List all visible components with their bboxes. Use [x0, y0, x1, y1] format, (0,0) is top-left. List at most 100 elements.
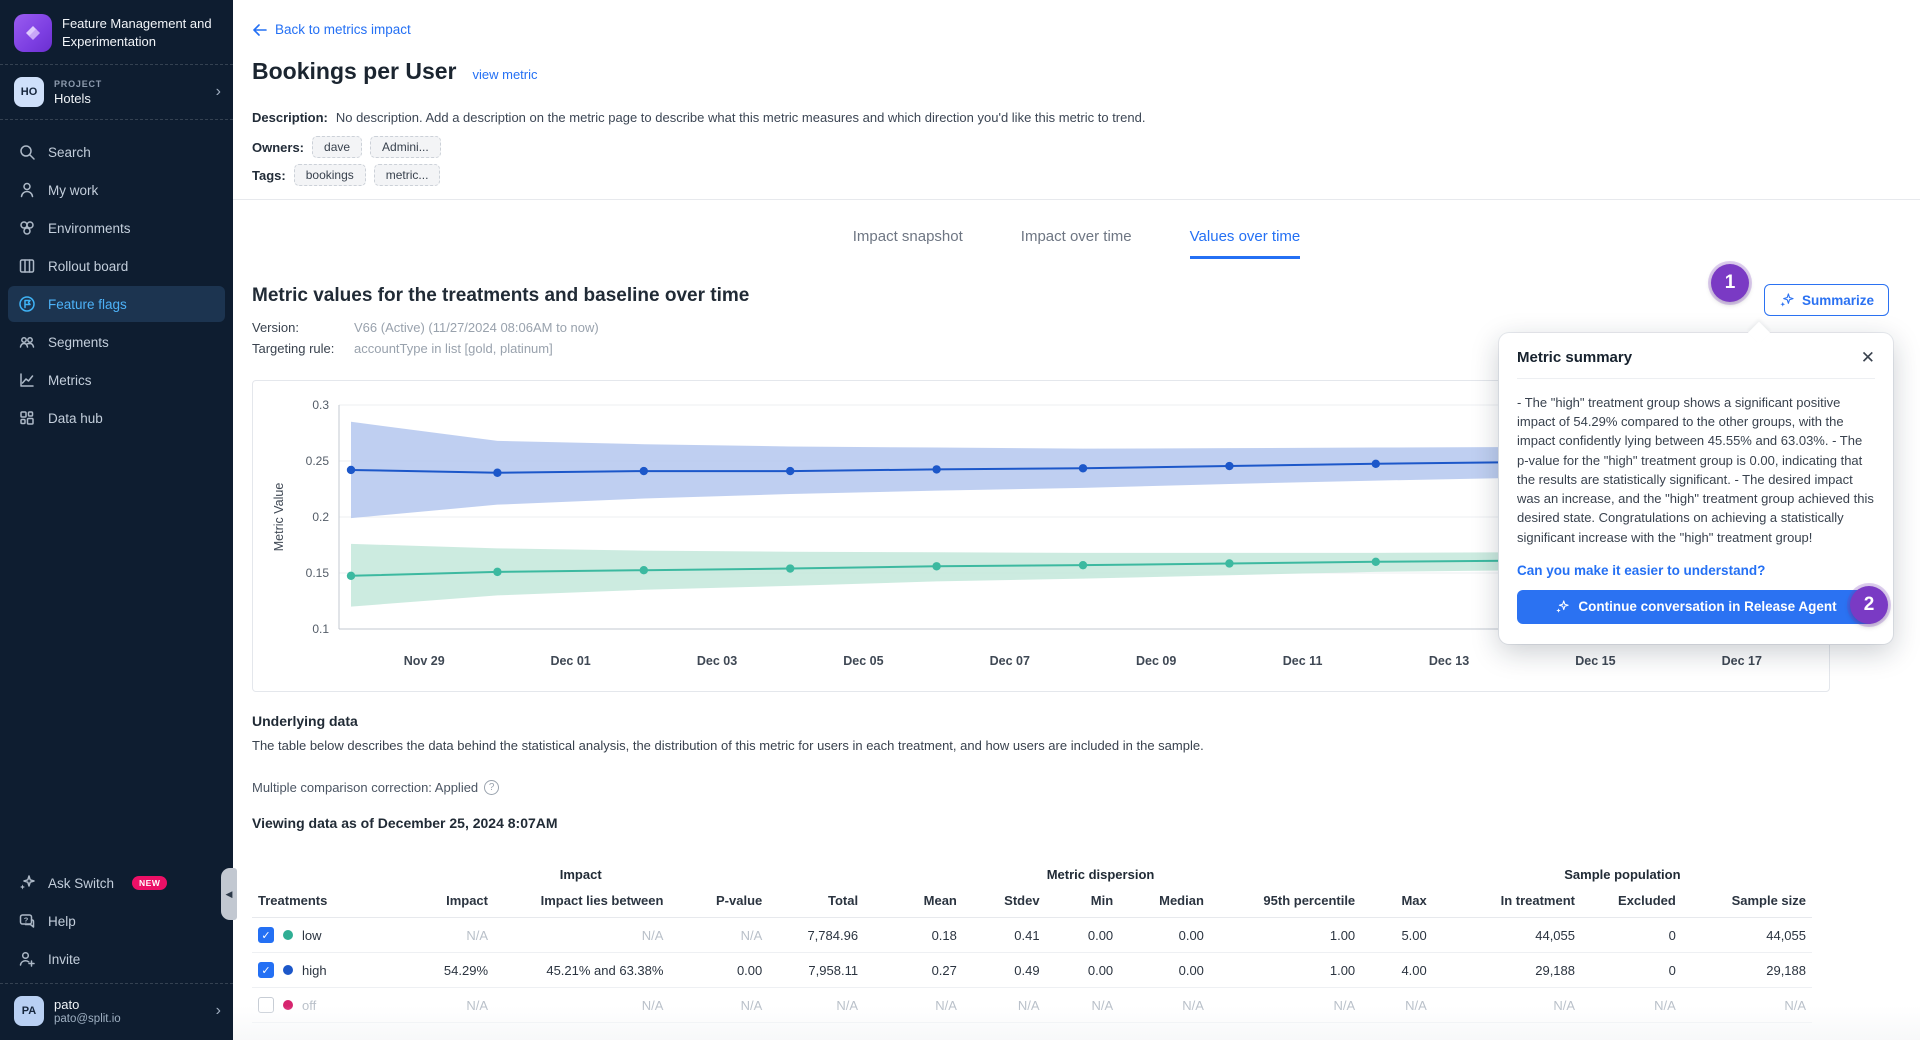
sidebar-item-my-work[interactable]: My work — [8, 172, 225, 208]
svg-text:0.2: 0.2 — [312, 510, 329, 524]
table-cell: 1.00 — [1210, 918, 1361, 953]
search-icon — [18, 143, 36, 161]
metric-summary-popup: Metric summary ✕ - The "high" treatment … — [1499, 333, 1893, 644]
owner-chip[interactable]: Admini... — [370, 136, 441, 158]
svg-text:Metric Value: Metric Value — [272, 483, 286, 552]
table-cell: N/A — [393, 918, 494, 953]
viewing-data-text: Viewing data as of December 25, 2024 8:0… — [252, 815, 558, 831]
sidebar-item-rollout-board[interactable]: Rollout board — [8, 248, 225, 284]
continue-conversation-label: Continue conversation in Release Agent — [1578, 599, 1836, 614]
column-header: Min — [1046, 884, 1120, 918]
column-header: Total — [768, 884, 864, 918]
table-row-off: offN/AN/AN/AN/AN/AN/AN/AN/AN/AN/AN/AN/AN… — [252, 988, 1812, 1023]
sidebar-item-label: Data hub — [48, 411, 103, 426]
underlying-data-heading: Underlying data — [252, 713, 358, 729]
table-cell: 0.27 — [864, 953, 963, 988]
owners-label: Owners: — [252, 140, 304, 155]
board-icon — [18, 257, 36, 275]
svg-text:0.3: 0.3 — [312, 398, 329, 412]
column-header: P-value — [669, 884, 768, 918]
svg-text:Dec 03: Dec 03 — [697, 654, 737, 668]
tags-row: Tags: bookingsmetric... — [252, 164, 440, 186]
page-title: Bookings per User — [252, 58, 457, 85]
sidebar-item-label: Segments — [48, 335, 109, 350]
table-cell: N/A — [864, 988, 963, 1023]
segments-icon — [18, 333, 36, 351]
treatment-checkbox[interactable] — [258, 997, 274, 1013]
table-cell: N/A — [963, 988, 1046, 1023]
summarize-label: Summarize — [1802, 293, 1874, 308]
svg-text:Dec 13: Dec 13 — [1429, 654, 1469, 668]
underlying-data-table: ImpactMetric dispersionSample population… — [252, 858, 1812, 1023]
app-logo-icon — [14, 14, 52, 52]
sidebar: Feature Management and Experimentation H… — [0, 0, 233, 1040]
column-header: Impact lies between — [494, 884, 669, 918]
summarize-button[interactable]: Summarize — [1764, 284, 1889, 316]
table-cell: N/A — [1210, 988, 1361, 1023]
group-header: Metric dispersion — [768, 858, 1433, 884]
sidebar-item-environments[interactable]: Environments — [8, 210, 225, 246]
sidebar-footer: Ask SwitchNEW?HelpInvite — [0, 865, 233, 983]
column-header: In treatment — [1433, 884, 1581, 918]
app-logo-row: Feature Management and Experimentation — [0, 0, 233, 64]
tab-impact-snapshot[interactable]: Impact snapshot — [853, 228, 963, 259]
project-switcher[interactable]: HO PROJECT Hotels › — [0, 65, 233, 119]
user-icon — [18, 181, 36, 199]
easier-to-understand-link[interactable]: Can you make it easier to understand? — [1517, 563, 1875, 578]
tag-chip[interactable]: metric... — [374, 164, 441, 186]
table-cell: N/A — [393, 988, 494, 1023]
user-menu[interactable]: PA pato pato@split.io › — [0, 984, 233, 1040]
sidebar-item-data-hub[interactable]: Data hub — [8, 400, 225, 436]
svg-text:0.15: 0.15 — [306, 566, 330, 580]
table-row-low: ✓lowN/AN/AN/A7,784.960.180.410.000.001.0… — [252, 918, 1812, 953]
sidebar-collapse-handle[interactable]: ◀ — [221, 868, 237, 920]
svg-text:Dec 15: Dec 15 — [1575, 654, 1615, 668]
close-button[interactable]: ✕ — [1861, 349, 1875, 366]
table-cell: N/A — [669, 918, 768, 953]
back-link[interactable]: Back to metrics impact — [252, 22, 411, 37]
chevron-right-icon: › — [216, 84, 221, 100]
owner-chip[interactable]: dave — [312, 136, 362, 158]
svg-text:0.25: 0.25 — [306, 454, 330, 468]
high-point — [493, 469, 501, 477]
sidebar-item-feature-flags[interactable]: Feature flags — [8, 286, 225, 322]
datahub-icon — [18, 409, 36, 427]
description-label: Description: — [252, 110, 328, 125]
table-cell: 54.29% — [393, 953, 494, 988]
underlying-data-description: The table below describes the data behin… — [252, 738, 1204, 753]
table-cell: 44,055 — [1682, 918, 1812, 953]
sidebar-item-invite[interactable]: Invite — [8, 941, 225, 977]
view-metric-link[interactable]: view metric — [473, 67, 538, 82]
column-header: 95th percentile — [1210, 884, 1361, 918]
treatment-checkbox[interactable]: ✓ — [258, 962, 274, 978]
environments-icon — [18, 219, 36, 237]
info-icon[interactable]: ? — [484, 780, 499, 795]
table-cell: 0.00 — [669, 953, 768, 988]
tab-impact-over-time[interactable]: Impact over time — [1021, 228, 1132, 259]
treatment-checkbox[interactable]: ✓ — [258, 927, 274, 943]
tab-values-over-time[interactable]: Values over time — [1190, 228, 1301, 259]
sidebar-item-help[interactable]: ?Help — [8, 903, 225, 939]
svg-text:Dec 07: Dec 07 — [990, 654, 1030, 668]
table-cell: 1.00 — [1210, 953, 1361, 988]
table-cell: 0.41 — [963, 918, 1046, 953]
table-cell: 7,958.11 — [768, 953, 864, 988]
sidebar-item-segments[interactable]: Segments — [8, 324, 225, 360]
sidebar-item-ask-switch[interactable]: Ask SwitchNEW — [8, 865, 225, 901]
table-cell: 4.00 — [1361, 953, 1433, 988]
group-header — [252, 858, 393, 884]
column-header: Median — [1119, 884, 1210, 918]
version-label: Version: — [252, 320, 354, 335]
high-point — [640, 467, 648, 475]
sidebar-item-metrics[interactable]: Metrics — [8, 362, 225, 398]
sidebar-item-search[interactable]: Search — [8, 134, 225, 170]
description-row: Description: No description. Add a descr… — [252, 110, 1145, 125]
low-point — [1225, 559, 1233, 567]
arrow-left-icon — [252, 24, 267, 36]
low-point — [1079, 561, 1087, 569]
table-cell: N/A — [768, 988, 864, 1023]
group-header: Impact — [393, 858, 768, 884]
tag-chip[interactable]: bookings — [294, 164, 366, 186]
svg-text:Dec 05: Dec 05 — [843, 654, 883, 668]
continue-conversation-button[interactable]: Continue conversation in Release Agent — [1517, 590, 1875, 624]
